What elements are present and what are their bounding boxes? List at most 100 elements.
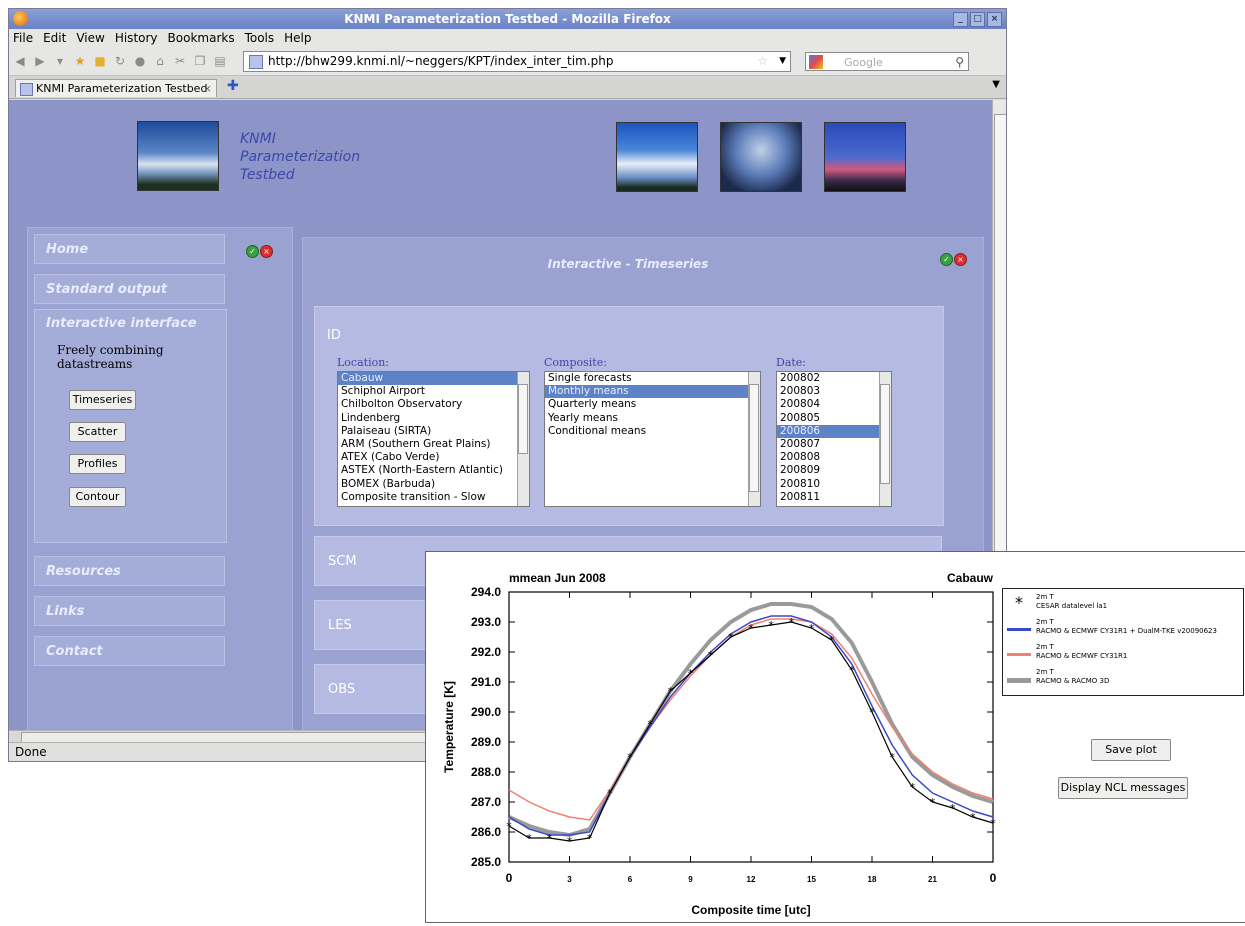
data-point: * xyxy=(668,685,674,698)
menu-help[interactable]: Help xyxy=(284,29,311,47)
menu-file[interactable]: File xyxy=(13,29,33,47)
scatter-button[interactable]: Scatter xyxy=(69,422,126,442)
cut-icon[interactable]: ✂ xyxy=(173,54,187,68)
sidebar-ok-icon[interactable]: ✓ xyxy=(246,245,259,258)
url-bar[interactable]: http://bhw299.knmi.nl/~neggers/KPT/index… xyxy=(243,50,791,72)
x-axis-label: Composite time [utc] xyxy=(691,903,810,917)
menu-history[interactable]: History xyxy=(115,29,158,47)
list-item[interactable]: Cabauw xyxy=(338,372,529,386)
nav-standard-output[interactable]: Standard output xyxy=(34,274,225,304)
list-item[interactable]: 200808 xyxy=(777,451,891,464)
list-item[interactable]: 200807 xyxy=(777,438,891,451)
star-icon[interactable]: ☆ xyxy=(757,52,768,71)
location-scrollbar[interactable] xyxy=(517,372,529,506)
composite-listbox[interactable]: Single forecasts Monthly means Quarterly m… xyxy=(544,371,761,507)
location-listbox[interactable]: Cabauw Schiphol Airport Chilbolton Observa… xyxy=(337,371,530,507)
forward-icon[interactable]: ▶ xyxy=(33,54,47,68)
list-item[interactable]: Yearly means xyxy=(545,412,760,425)
data-point: * xyxy=(627,751,633,764)
nav-home[interactable]: Home xyxy=(34,234,225,264)
display-ncl-messages-button[interactable]: Display NCL messages xyxy=(1058,777,1188,799)
legend-label: 2m T xyxy=(1036,618,1054,626)
main-close-icon[interactable]: × xyxy=(954,253,967,266)
list-item[interactable]: Schiphol Airport xyxy=(338,385,529,398)
copy-icon[interactable]: ❐ xyxy=(193,54,207,68)
list-item[interactable]: Conditional means xyxy=(545,425,760,438)
y-tick-label: 288.0 xyxy=(471,765,501,779)
date-scrollbar[interactable] xyxy=(879,372,891,506)
data-point: * xyxy=(990,817,996,830)
list-item[interactable]: 200804 xyxy=(777,398,891,411)
list-item[interactable]: ARM (Southern Great Plains) xyxy=(338,438,529,451)
timeseries-button[interactable]: Timeseries xyxy=(69,390,136,410)
maximize-icon[interactable]: □ xyxy=(970,12,985,27)
search-icon[interactable]: ⚲ xyxy=(955,53,964,72)
legend-label: 2m T xyxy=(1036,643,1054,651)
sky-photo-4 xyxy=(824,122,906,192)
date-listbox[interactable]: 200802 200803 200804 200805 200806 200807 2008… xyxy=(776,371,892,507)
nav-interactive-section: Interactive interface Freely combining d… xyxy=(34,309,227,543)
bookmark-star-icon[interactable]: ★ xyxy=(73,54,87,68)
list-item[interactable]: 200811 xyxy=(777,491,891,504)
save-plot-button[interactable]: Save plot xyxy=(1091,739,1171,761)
reload-icon[interactable]: ↻ xyxy=(113,54,127,68)
chart-subtitle: Cabauw xyxy=(947,571,994,585)
list-item[interactable]: 200810 xyxy=(777,478,891,491)
nav-links[interactable]: Links xyxy=(34,596,225,626)
tab-list-icon[interactable]: ▼ xyxy=(992,79,1000,90)
paste-icon[interactable]: ▤ xyxy=(213,54,227,68)
nav-contact[interactable]: Contact xyxy=(34,636,225,666)
data-point: * xyxy=(748,622,754,635)
y-tick-label: 294.0 xyxy=(471,585,501,599)
list-item[interactable]: 200806 xyxy=(777,424,891,438)
search-input[interactable]: Google ⚲ xyxy=(805,51,969,72)
data-point: * xyxy=(688,667,694,680)
composite-scrollbar[interactable] xyxy=(748,372,760,506)
list-item[interactable]: 200809 xyxy=(777,464,891,477)
data-point: * xyxy=(547,832,553,845)
id-section: ID Location: Cabauw Schiphol Airport Chilb… xyxy=(314,306,944,526)
series-line xyxy=(508,615,994,836)
main-title: Interactive - Timeseries xyxy=(547,257,709,271)
bookmarks-folder-icon[interactable]: ■ xyxy=(93,54,107,68)
url-dropdown-icon[interactable]: ▼ xyxy=(779,52,786,71)
id-section-title: ID xyxy=(327,328,341,343)
history-dropdown-icon[interactable]: ▾ xyxy=(53,54,67,68)
close-tab-icon[interactable]: × xyxy=(203,80,212,98)
list-item[interactable]: Quarterly means xyxy=(545,398,760,411)
tab-knmi[interactable]: KNMI Parameterization Testbed × xyxy=(15,79,217,97)
list-item[interactable]: Monthly means xyxy=(545,385,760,399)
menu-tools[interactable]: Tools xyxy=(245,29,275,47)
list-item[interactable]: Chilbolton Observatory xyxy=(338,398,529,411)
nav-resources[interactable]: Resources xyxy=(34,556,225,586)
list-item[interactable]: 200805 xyxy=(777,412,891,425)
back-icon[interactable]: ◀ xyxy=(13,54,27,68)
profiles-button[interactable]: Profiles xyxy=(69,454,126,474)
home-icon[interactable]: ⌂ xyxy=(153,54,167,68)
main-ok-icon[interactable]: ✓ xyxy=(940,253,953,266)
list-item[interactable]: ATEX (Cabo Verde) xyxy=(338,451,529,464)
new-tab-icon[interactable]: ✚ xyxy=(227,78,239,94)
list-item[interactable]: ASTEX (North-Eastern Atlantic) xyxy=(338,464,529,477)
legend-label: 2m T xyxy=(1036,593,1054,601)
list-item[interactable]: Composite transition - Slow xyxy=(338,491,529,504)
list-item[interactable]: Single forecasts xyxy=(545,372,760,385)
tab-favicon-icon xyxy=(20,83,33,96)
list-item[interactable]: Palaiseau (SIRTA) xyxy=(338,425,529,438)
contour-button[interactable]: Contour xyxy=(69,487,126,507)
search-placeholder: Google xyxy=(844,55,883,69)
minimize-icon[interactable]: _ xyxy=(953,12,968,27)
data-point: * xyxy=(829,634,835,647)
list-item[interactable]: BOMEX (Barbuda) xyxy=(338,478,529,491)
list-item[interactable]: 200803 xyxy=(777,385,891,398)
menu-edit[interactable]: Edit xyxy=(43,29,66,47)
nav-interactive-interface[interactable]: Interactive interface xyxy=(46,316,226,331)
menu-bookmarks[interactable]: Bookmarks xyxy=(168,29,235,47)
google-engine-icon[interactable] xyxy=(809,54,823,69)
stop-icon[interactable]: ● xyxy=(133,54,147,68)
sidebar-close-icon[interactable]: × xyxy=(260,245,273,258)
list-item[interactable]: 200802 xyxy=(777,372,891,385)
list-item[interactable]: Lindenberg xyxy=(338,412,529,425)
close-window-icon[interactable]: × xyxy=(987,12,1002,27)
menu-view[interactable]: View xyxy=(76,29,104,47)
